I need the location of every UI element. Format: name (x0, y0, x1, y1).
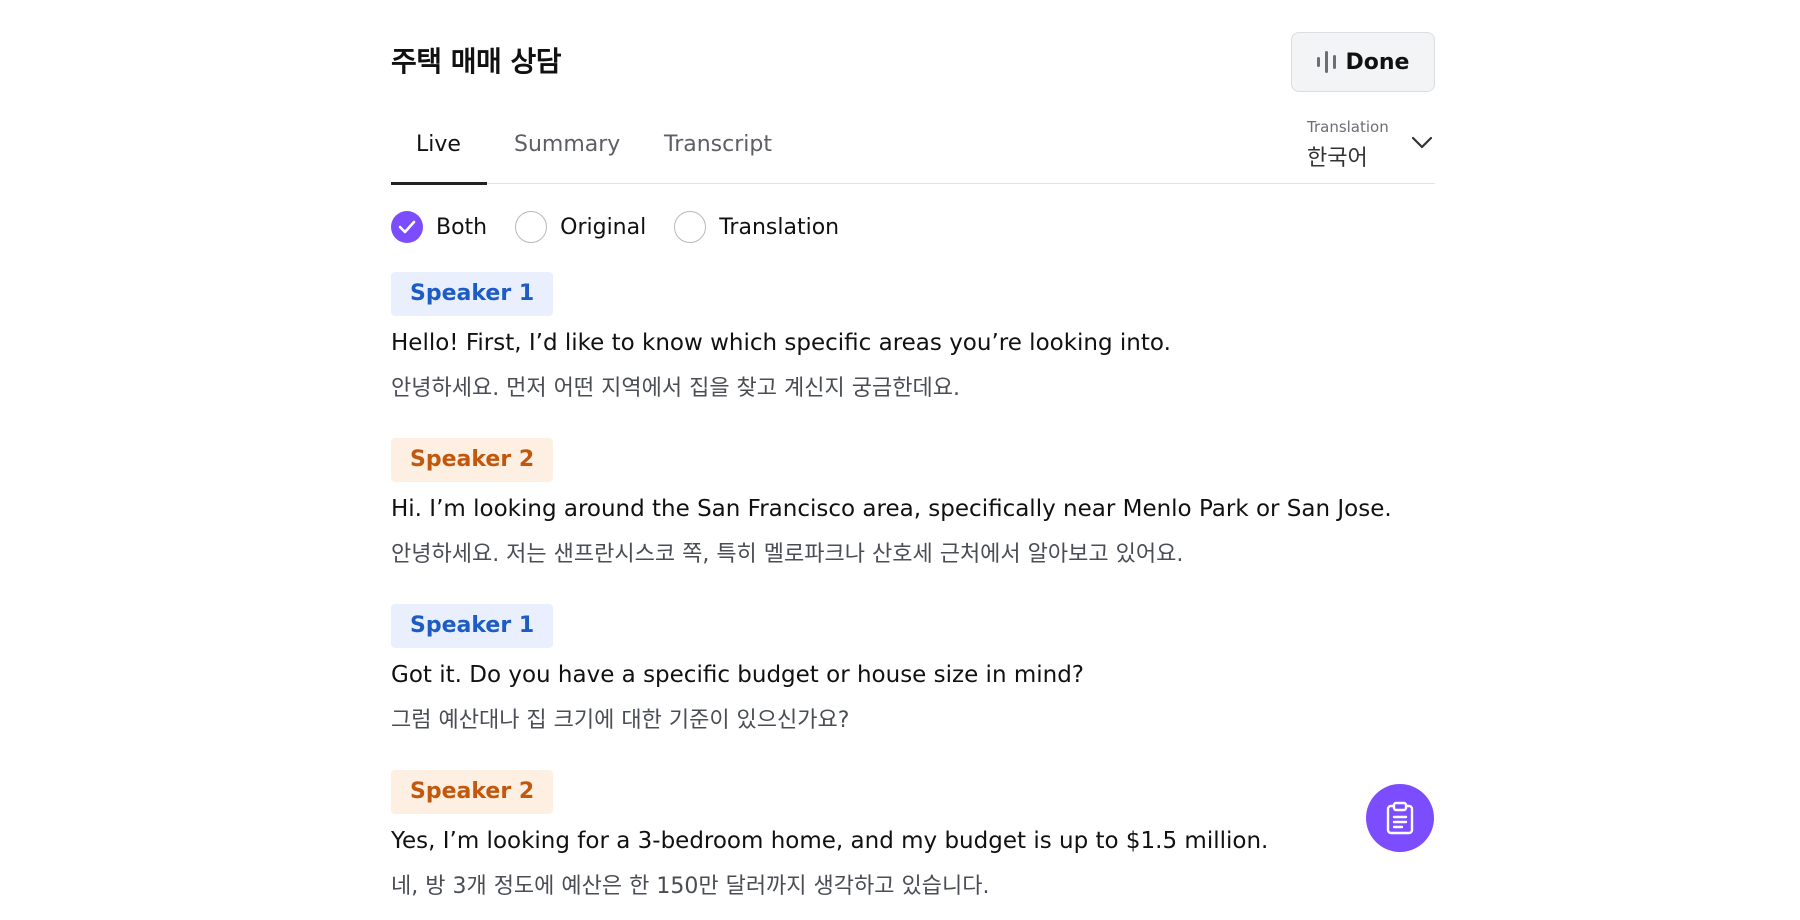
audio-wave-icon (1316, 50, 1336, 74)
tab-transcript[interactable]: Transcript (664, 130, 772, 160)
translation-language-value: 한국어 (1307, 146, 1368, 171)
page: 주택 매매 상담 Done Live Summary Transcript Tr… (0, 0, 1800, 920)
radio-original[interactable]: Original (515, 211, 646, 243)
chevron-down-icon (1411, 136, 1433, 149)
live-transcript: Speaker 1 Hello! First, I’d like to know… (391, 272, 1435, 920)
translated-text: 그럼 예산대나 집 크기에 대한 기준이 있으신가요? (391, 708, 850, 733)
done-button[interactable]: Done (1291, 32, 1435, 92)
translated-text: 안녕하세요. 먼저 어떤 지역에서 집을 찾고 계신지 궁금한데요. (391, 376, 960, 401)
original-text: Hello! First, I’d like to know which spe… (391, 330, 1171, 356)
transcript-entry: Speaker 1 Hello! First, I’d like to know… (391, 272, 1435, 438)
translated-text: 안녕하세요. 저는 샌프란시스코 쪽, 특히 멜로파크나 산호세 근처에서 알아… (391, 542, 1184, 567)
clipboard-button[interactable] (1366, 784, 1434, 852)
original-text: Got it. Do you have a specific budget or… (391, 662, 1085, 688)
speaker-badge: Speaker 1 (391, 272, 554, 316)
original-text: Hi. I’m looking around the San Francisco… (391, 496, 1392, 522)
done-button-label: Done (1345, 49, 1410, 75)
radio-circle (674, 211, 707, 243)
transcript-entry: Speaker 1 Got it. Do you have a specific… (391, 604, 1435, 770)
tab-summary[interactable]: Summary (514, 130, 620, 160)
tab-live[interactable]: Live (416, 130, 461, 160)
radio-translation[interactable]: Translation (674, 211, 839, 243)
speaker-badge: Speaker 1 (391, 604, 554, 648)
radio-original-label: Original (560, 214, 647, 240)
speaker-badge: Speaker 2 (391, 438, 554, 482)
radio-translation-label: Translation (719, 214, 840, 240)
transcript-entry: Speaker 2 Hi. I’m looking around the San… (391, 438, 1435, 604)
translation-language-select[interactable]: Translation 한국어 (1307, 118, 1435, 174)
active-tab-indicator (391, 182, 487, 185)
radio-both[interactable]: Both (391, 211, 487, 243)
translation-caption: Translation (1307, 118, 1389, 136)
original-text: Yes, I’m looking for a 3-bedroom home, a… (391, 828, 1269, 854)
view-mode-radio-group: Both Original Translation (391, 210, 867, 244)
check-icon (391, 211, 423, 243)
radio-circle (515, 211, 548, 243)
clipboard-icon (1386, 801, 1414, 835)
page-title: 주택 매매 상담 (391, 45, 562, 78)
tab-bar: Live Summary Transcript Translation 한국어 (391, 112, 1435, 185)
transcript-entry: Speaker 2 Yes, I’m looking for a 3-bedro… (391, 770, 1435, 920)
meeting-panel: 주택 매매 상담 Done Live Summary Transcript Tr… (391, 0, 1435, 920)
speaker-badge: Speaker 2 (391, 770, 554, 814)
radio-both-label: Both (436, 214, 488, 240)
translated-text: 네, 방 3개 정도에 예산은 한 150만 달러까지 생각하고 있습니다. (391, 874, 990, 899)
